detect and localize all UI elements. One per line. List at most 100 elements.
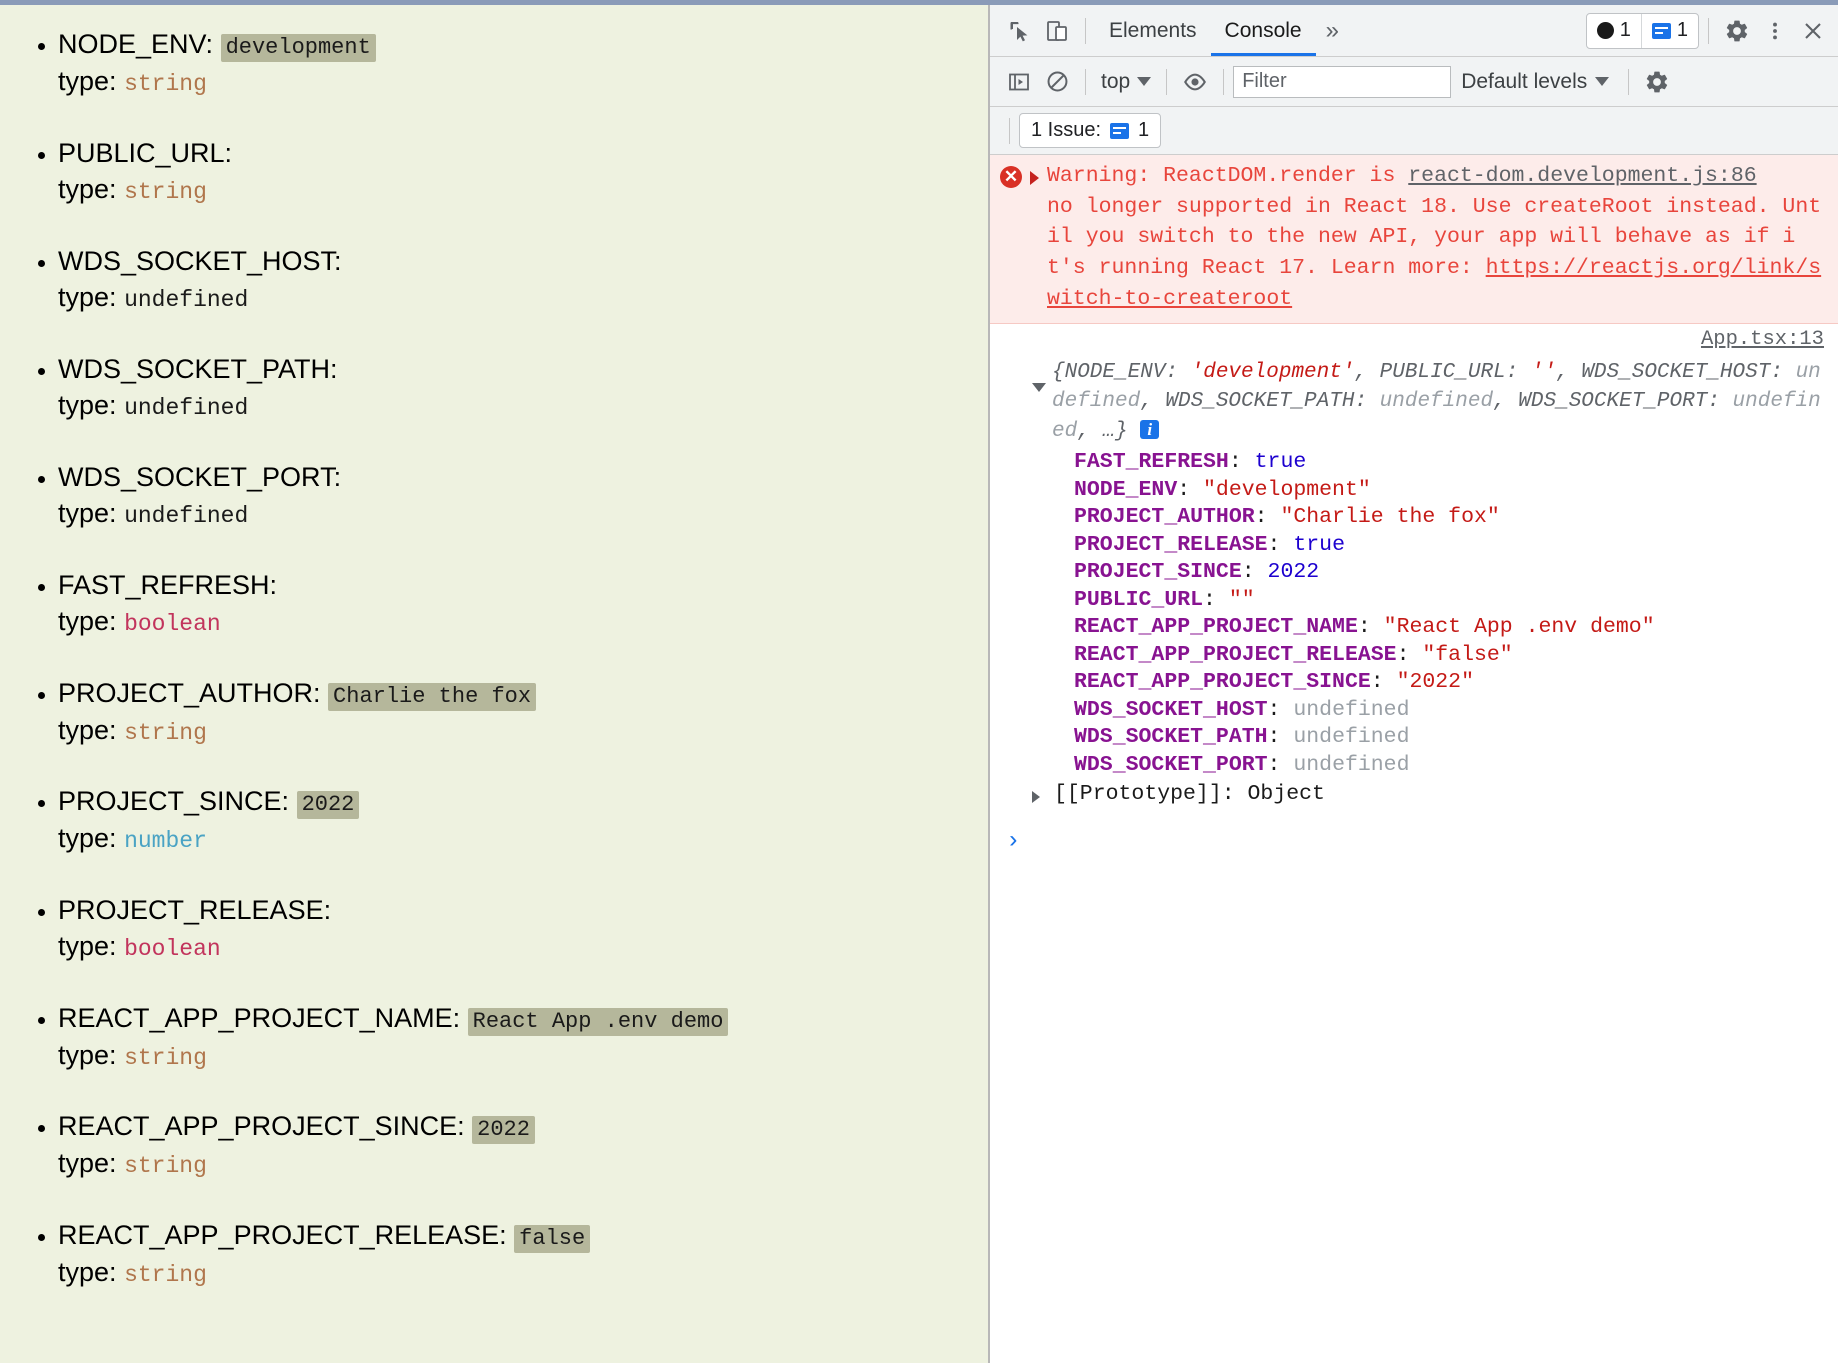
tab-elements[interactable]: Elements xyxy=(1095,5,1211,56)
property-colon: : xyxy=(1267,532,1294,557)
env-var-type-line: type: string xyxy=(58,1255,988,1290)
env-var-type-line: type: boolean xyxy=(58,929,988,964)
web-page-pane: NODE_ENV: developmenttype: stringPUBLIC_… xyxy=(0,5,988,1363)
clear-console-icon[interactable] xyxy=(1038,63,1076,101)
console-prompt[interactable]: › xyxy=(990,822,1838,862)
env-var-type-line: type: string xyxy=(58,1038,988,1073)
console-divider-2 xyxy=(1166,68,1168,95)
env-var-value: 2022 xyxy=(472,1116,535,1145)
env-var-type-line: type: string xyxy=(58,713,988,748)
console-settings-gear-icon[interactable] xyxy=(1638,63,1676,101)
preview-string: 'development' xyxy=(1190,360,1355,384)
message-box-icon xyxy=(1110,122,1130,139)
console-output: ✕ Warning: ReactDOM.render is react-dom.… xyxy=(990,155,1838,1362)
property-value: "2022" xyxy=(1396,670,1474,695)
type-value: string xyxy=(124,179,207,206)
env-var-type-line: type: number xyxy=(58,821,988,856)
object-property-row[interactable]: REACT_APP_PROJECT_NAME: "React App .env … xyxy=(1074,614,1826,642)
list-item: REACT_APP_PROJECT_RELEASE: falsetype: st… xyxy=(58,1218,988,1291)
env-var-name: NODE_ENV: xyxy=(58,29,214,59)
property-colon: : xyxy=(1203,587,1229,612)
inspect-element-icon[interactable] xyxy=(1000,12,1038,50)
object-property-row[interactable]: PROJECT_AUTHOR: "Charlie the fox" xyxy=(1074,504,1826,532)
object-property-row[interactable]: PROJECT_SINCE: 2022 xyxy=(1074,559,1826,587)
toolbar-divider xyxy=(1085,17,1086,44)
env-var-type-line: type: undefined xyxy=(58,496,988,531)
object-property-row[interactable]: NODE_ENV: "development" xyxy=(1074,477,1826,505)
env-var-name: PROJECT_AUTHOR: xyxy=(58,677,321,708)
page-content: NODE_ENV: developmenttype: stringPUBLIC_… xyxy=(0,5,988,1363)
object-property-row[interactable]: FAST_REFRESH: true xyxy=(1074,449,1826,477)
console-log-message: App.tsx:13 {NODE_ENV: 'development', PUB… xyxy=(990,324,1838,813)
property-value: 2022 xyxy=(1267,560,1320,585)
property-colon: : xyxy=(1267,725,1294,750)
list-item: WDS_SOCKET_HOST: type: undefined xyxy=(58,244,988,316)
preview-text: {NODE_ENV: xyxy=(1052,360,1191,384)
prompt-arrow-icon: › xyxy=(1006,828,1021,856)
collapse-arrow-icon[interactable] xyxy=(1032,382,1046,392)
env-var-name: PROJECT_RELEASE: xyxy=(58,894,332,925)
error-doc-link[interactable]: https://reactjs.org/link/switch-to-creat… xyxy=(1047,256,1821,311)
object-property-row[interactable]: REACT_APP_PROJECT_RELEASE: "false" xyxy=(1074,642,1826,670)
console-error-message[interactable]: ✕ Warning: ReactDOM.render is react-dom.… xyxy=(990,155,1838,324)
property-key: PROJECT_SINCE xyxy=(1074,560,1242,585)
close-icon[interactable] xyxy=(1794,12,1832,50)
list-item: REACT_APP_PROJECT_NAME: React App .env d… xyxy=(58,1001,988,1074)
env-var-value: 2022 xyxy=(296,791,360,820)
issues-chip[interactable]: 1 Issue: 1 xyxy=(1019,113,1162,148)
warning-count-value: 1 xyxy=(1676,19,1688,41)
property-key: REACT_APP_PROJECT_NAME xyxy=(1074,615,1358,640)
filter-input[interactable] xyxy=(1233,65,1452,98)
error-text: Warning: ReactDOM.render is react-dom.de… xyxy=(1047,164,1822,311)
preview-text: , PUBLIC_URL: xyxy=(1354,360,1531,384)
env-var-value: development xyxy=(220,34,376,62)
preview-text: , WDS_SOCKET_PATH: xyxy=(1140,390,1380,414)
property-value: true xyxy=(1254,450,1307,475)
type-label: type: xyxy=(58,174,117,205)
env-var-name: REACT_APP_PROJECT_RELEASE: xyxy=(58,1219,507,1250)
issues-divider xyxy=(1009,117,1010,144)
log-level-selector[interactable]: Default levels xyxy=(1451,70,1619,94)
type-value: undefined xyxy=(124,503,249,530)
expand-arrow-icon[interactable] xyxy=(1030,171,1039,185)
object-property-row[interactable]: PROJECT_RELEASE: true xyxy=(1074,532,1826,560)
object-property-row[interactable]: WDS_SOCKET_PATH: undefined xyxy=(1074,724,1826,752)
env-var-name: PUBLIC_URL: xyxy=(58,137,233,168)
app-root: NODE_ENV: developmenttype: stringPUBLIC_… xyxy=(0,0,1838,1368)
type-value: string xyxy=(124,71,207,98)
prototype-row[interactable]: [[Prototype]]: Object xyxy=(1000,782,1826,806)
list-item: FAST_REFRESH: type: boolean xyxy=(58,568,988,640)
warning-count[interactable]: 1 xyxy=(1640,13,1698,48)
type-label: type: xyxy=(58,498,117,529)
property-colon: : xyxy=(1357,615,1384,640)
info-badge-icon[interactable]: i xyxy=(1140,420,1160,440)
error-dot-icon xyxy=(1596,22,1614,39)
env-var-name: PROJECT_SINCE: xyxy=(58,786,290,817)
log-source-link[interactable]: App.tsx:13 xyxy=(1701,328,1824,351)
kebab-menu-icon[interactable] xyxy=(1756,12,1794,50)
type-value: boolean xyxy=(124,936,221,963)
list-item: PUBLIC_URL: type: string xyxy=(58,136,988,208)
property-value: undefined xyxy=(1293,725,1410,750)
tab-console[interactable]: Console xyxy=(1210,5,1316,56)
error-circle-icon: ✕ xyxy=(1000,166,1022,188)
expand-arrow-icon[interactable] xyxy=(1032,791,1040,804)
object-property-row[interactable]: REACT_APP_PROJECT_SINCE: "2022" xyxy=(1074,669,1826,697)
execution-context-selector[interactable]: top xyxy=(1095,70,1157,94)
property-colon: : xyxy=(1267,752,1294,777)
live-expression-icon[interactable] xyxy=(1176,63,1214,101)
more-tabs-icon[interactable]: » xyxy=(1316,17,1349,45)
device-toolbar-icon[interactable] xyxy=(1038,12,1076,50)
object-preview[interactable]: {NODE_ENV: 'development', PUBLIC_URL: ''… xyxy=(1000,358,1826,447)
error-count[interactable]: 1 xyxy=(1587,14,1641,48)
console-divider-3 xyxy=(1223,68,1225,95)
object-property-row[interactable]: WDS_SOCKET_HOST: undefined xyxy=(1074,697,1826,725)
error-source-link[interactable]: react-dom.development.js:86 xyxy=(1408,164,1756,188)
list-item: PROJECT_SINCE: 2022type: number xyxy=(58,784,988,857)
console-sidebar-icon[interactable] xyxy=(1000,63,1038,101)
object-property-row[interactable]: WDS_SOCKET_PORT: undefined xyxy=(1074,752,1826,780)
property-key: WDS_SOCKET_PATH xyxy=(1074,725,1268,750)
preview-undefined: undefined xyxy=(1379,390,1494,414)
gear-icon[interactable] xyxy=(1718,12,1756,50)
object-property-row[interactable]: PUBLIC_URL: "" xyxy=(1074,587,1826,615)
